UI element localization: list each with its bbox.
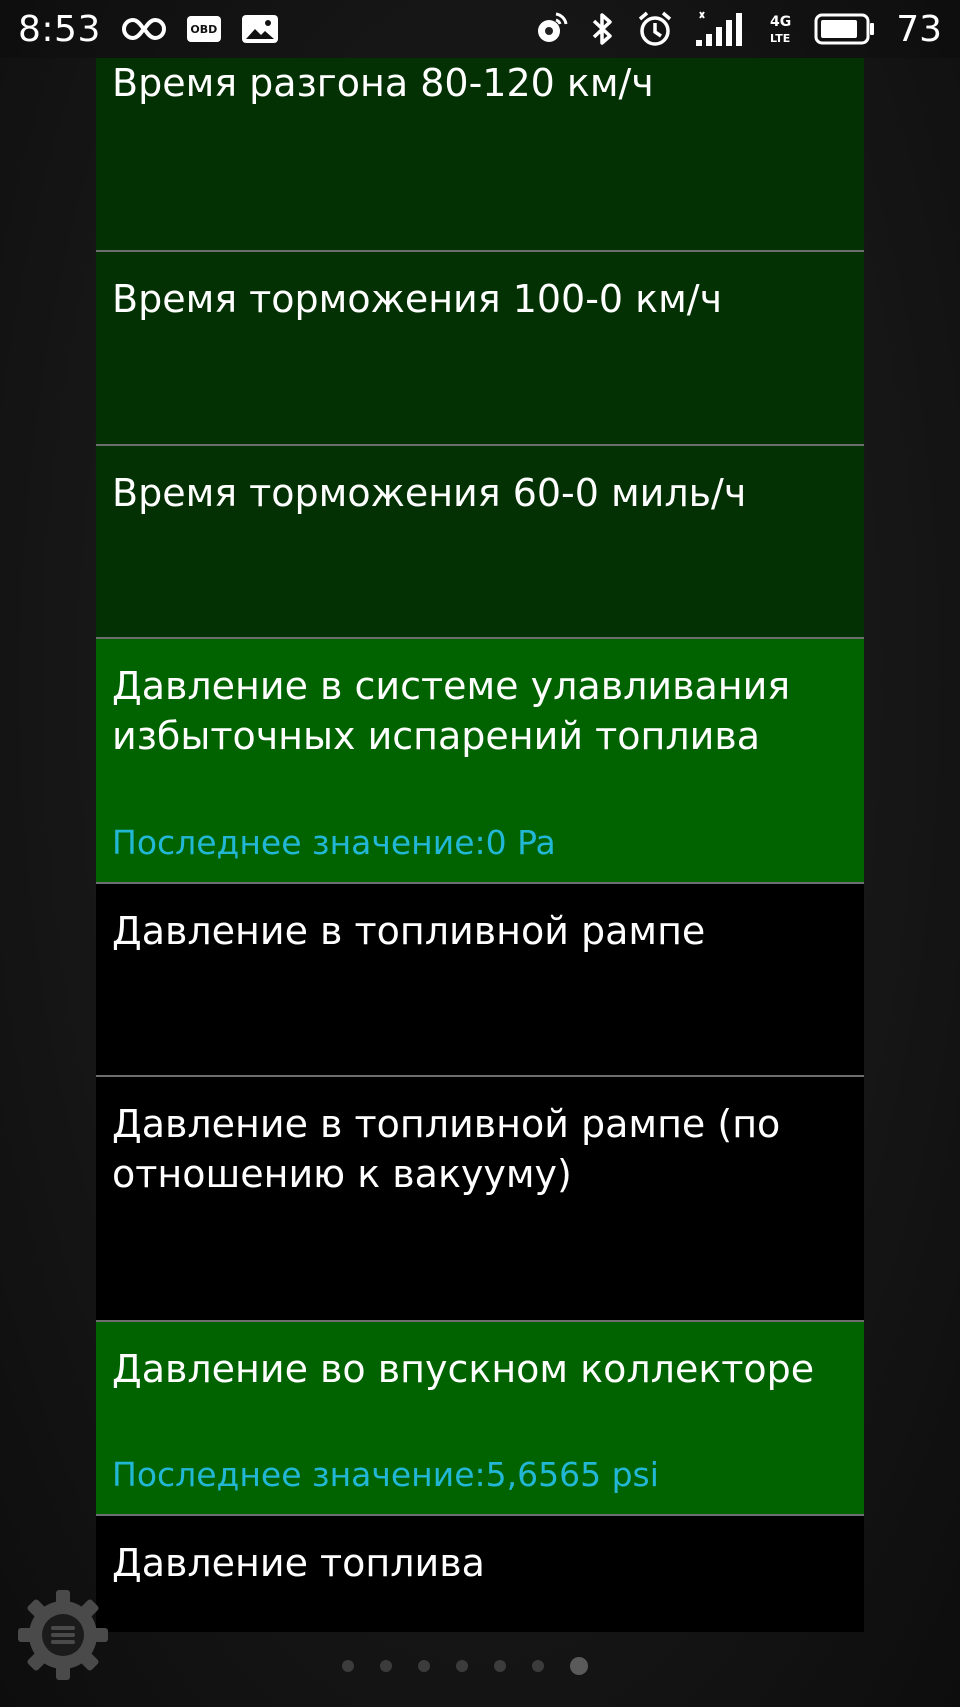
list-item[interactable]: Давление в топливной рампе <box>96 884 864 1077</box>
list-item[interactable]: Время разгона 80-120 км/ч <box>96 58 864 252</box>
svg-text:4G: 4G <box>770 14 791 30</box>
page-dot[interactable] <box>532 1660 544 1672</box>
gear-icon <box>18 1590 108 1680</box>
obd-icon: OBD <box>186 16 221 42</box>
item-title: Время разгона 80-120 км/ч <box>112 61 654 105</box>
status-left: 8:53 OBD <box>18 9 279 50</box>
list-item[interactable]: Давление во впускном коллекторе Последне… <box>96 1322 864 1516</box>
lte-icon: 4G LTE <box>768 10 794 48</box>
list-item[interactable]: Давление в системе улавливания избыточны… <box>96 639 864 884</box>
signal-icon <box>694 10 748 48</box>
item-title: Давление топлива <box>112 1541 485 1585</box>
status-bar: 8:53 OBD 4G LTE 73 <box>0 0 960 58</box>
battery-percent: 73 <box>896 8 942 50</box>
item-title: Время торможения 60-0 миль/ч <box>112 471 747 515</box>
page-dot[interactable] <box>342 1660 354 1672</box>
page-dot[interactable] <box>494 1660 506 1672</box>
image-icon <box>241 14 279 44</box>
alarm-icon <box>636 10 674 48</box>
status-time: 8:53 <box>18 8 101 50</box>
menu-gear-button[interactable] <box>16 1588 110 1682</box>
list-item[interactable]: Время торможения 100-0 км/ч <box>96 252 864 446</box>
svg-text:LTE: LTE <box>770 32 790 45</box>
last-value: Последнее значение:0 Pa <box>112 823 556 862</box>
last-value: Последнее значение:5,6565 psi <box>112 1455 659 1494</box>
page-dot[interactable] <box>380 1660 392 1672</box>
list-item[interactable]: Давление в топливной рампе (по отношению… <box>96 1077 864 1322</box>
page-dot-active[interactable] <box>570 1657 588 1675</box>
item-title: Время торможения 100-0 км/ч <box>112 277 723 321</box>
pid-list[interactable]: Время разгона 80-120 км/ч Время торможен… <box>96 58 864 1632</box>
infinity-icon <box>121 16 167 42</box>
page-dot[interactable] <box>456 1660 468 1672</box>
item-title: Давление в системе улавливания избыточны… <box>112 664 791 758</box>
item-title: Давление в топливной рампе (по отношению… <box>112 1102 781 1196</box>
page-dot[interactable] <box>418 1660 430 1672</box>
list-item[interactable]: Давление топлива <box>96 1516 864 1632</box>
bluetooth-icon <box>590 10 616 48</box>
item-title: Давление во впускном коллекторе <box>112 1347 815 1391</box>
page-indicator <box>0 1654 945 1678</box>
battery-icon <box>814 13 876 45</box>
list-item[interactable]: Время торможения 60-0 миль/ч <box>96 446 864 639</box>
status-right: 4G LTE 73 <box>532 9 942 50</box>
item-title: Давление в топливной рампе <box>112 909 706 953</box>
hotspot-icon <box>532 10 570 48</box>
